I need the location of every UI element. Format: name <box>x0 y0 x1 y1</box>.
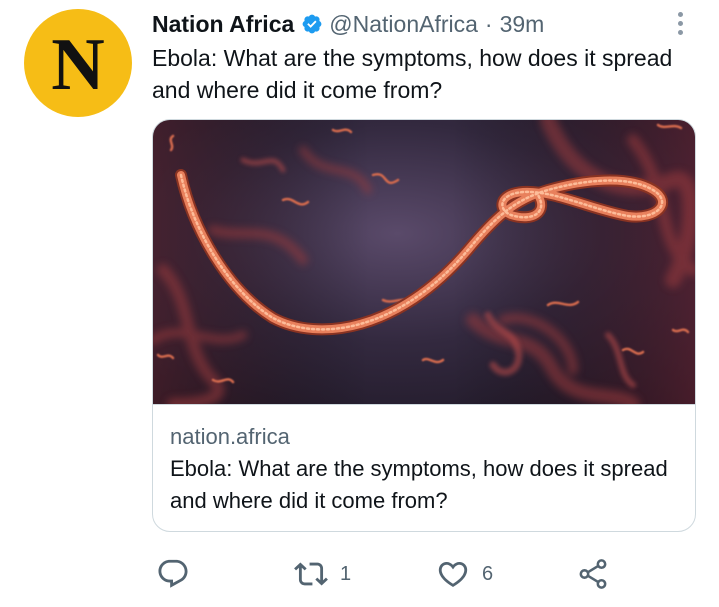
avatar-letter: N <box>51 24 105 106</box>
card-domain: nation.africa <box>170 424 290 449</box>
verified-badge-icon <box>301 13 323 35</box>
display-name[interactable]: Nation Africa <box>152 11 294 38</box>
avatar[interactable]: N <box>24 9 132 117</box>
card-divider <box>153 404 695 405</box>
reply-icon <box>156 557 190 591</box>
timestamp[interactable]: 39m <box>500 11 545 38</box>
tweet-text: Ebola: What are the symptoms, how does i… <box>152 45 673 103</box>
like-count: 6 <box>482 562 494 585</box>
card-image[interactable] <box>153 120 695 404</box>
reply-button[interactable] <box>156 556 190 592</box>
like-button[interactable]: 6 <box>436 556 493 592</box>
share-icon <box>576 557 610 591</box>
heart-icon <box>436 557 470 591</box>
retweet-icon <box>294 557 328 591</box>
retweet-count: 1 <box>340 562 352 585</box>
tweet-actions: 1 6 <box>152 556 632 592</box>
card-title: Ebola: What are the symptoms, how does i… <box>170 456 668 513</box>
more-options-icon[interactable] <box>670 8 690 38</box>
tweet-header: Nation Africa @NationAfrica · 39m <box>152 8 544 40</box>
separator-dot: · <box>484 10 493 37</box>
link-card[interactable]: nation.africa Ebola: What are the sympto… <box>152 119 696 532</box>
retweet-button[interactable]: 1 <box>294 556 351 592</box>
share-button[interactable] <box>576 556 610 592</box>
handle[interactable]: @NationAfrica <box>329 11 478 38</box>
